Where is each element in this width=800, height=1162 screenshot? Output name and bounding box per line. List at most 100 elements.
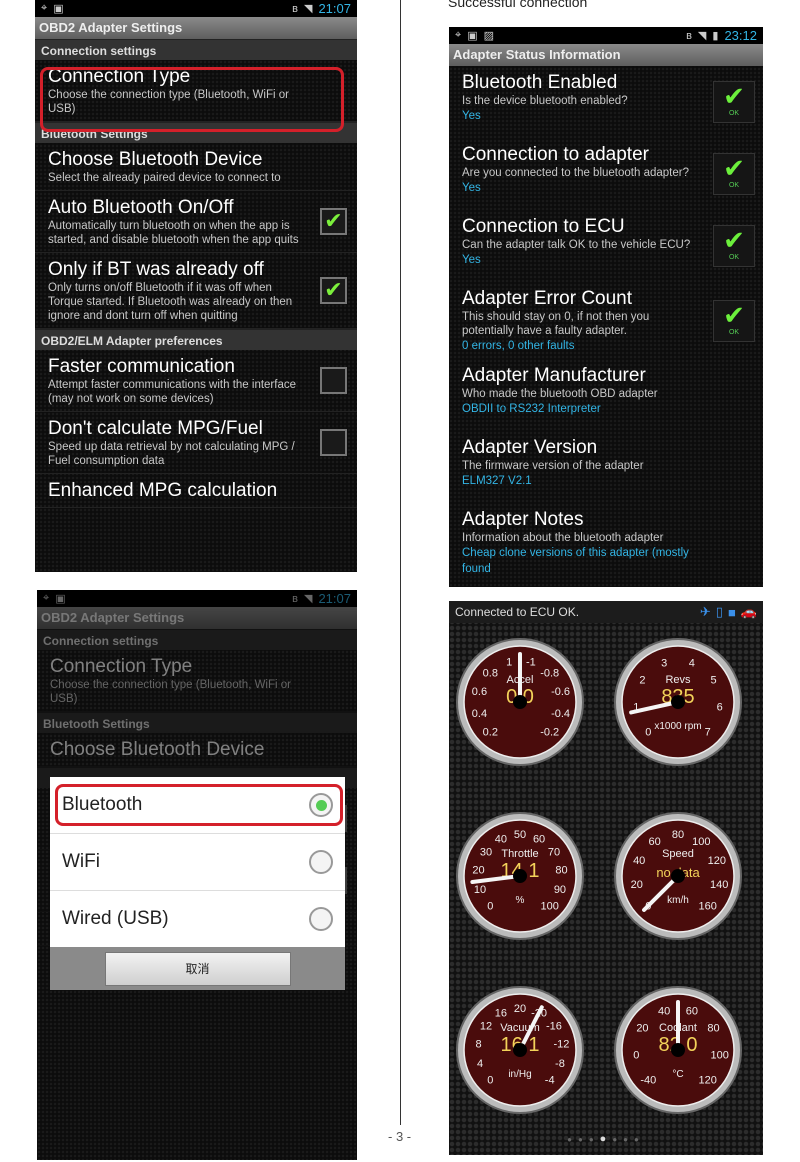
status-item[interactable]: Connection to adapter Are you connected t… — [449, 138, 763, 210]
tick-label: 4 — [689, 657, 695, 669]
tick-label: 10 — [474, 884, 486, 896]
status-item[interactable]: Adapter Version The firmware version of t… — [449, 431, 763, 503]
status-item[interactable]: Adapter Error Count This should stay on 0… — [449, 282, 763, 359]
gauge-dial: 048121620-20-16-12-8-4Vacuum16.1in/Hg — [456, 986, 584, 1114]
tick-label: 100 — [541, 901, 559, 913]
gauge-dial: -40020406080100120Coolant82.0°C — [614, 986, 742, 1114]
gauge-vacuum[interactable]: 048121620-20-16-12-8-4Vacuum16.1in/Hg — [455, 985, 585, 1115]
tick-label: -0.4 — [551, 708, 570, 720]
tick-label: 12 — [480, 1020, 492, 1032]
ok-label: OK — [728, 254, 740, 261]
gauge-accel[interactable]: 0.20.40.60.81-1-0.8-0.6-0.4-0.2Accel0.0 — [455, 637, 585, 767]
tick-label: 1 — [506, 656, 512, 668]
ok-check-icon: ✔ OK — [713, 153, 755, 195]
gauge-hub — [671, 1043, 685, 1057]
option-wifi[interactable]: WiFi — [50, 834, 345, 891]
tick-label: 30 — [480, 846, 492, 858]
item-title: Adapter Error Count — [462, 288, 633, 309]
checkmark-icon: ✔ — [723, 225, 745, 255]
page-dot[interactable]: ● — [612, 1135, 623, 1144]
page-dot[interactable]: ● — [623, 1135, 634, 1144]
status-item[interactable]: Bluetooth Enabled Is the device bluetooth… — [449, 66, 763, 138]
ok-label: OK — [728, 328, 740, 336]
ok-check-icon: ✔ OK — [713, 225, 755, 267]
tick-label: 0.4 — [472, 708, 487, 720]
item-subtitle: Is the device bluetooth enabled? — [462, 95, 628, 107]
settings-item[interactable]: Choose Bluetooth Device — [37, 733, 357, 767]
gauge-unit: in/Hg — [508, 1069, 531, 1080]
settings-item[interactable]: Choose Bluetooth Device Select the alread… — [35, 143, 357, 191]
settings-item[interactable]: Enhanced MPG calculation — [35, 474, 357, 508]
option-wired-usb-[interactable]: Wired (USB) — [50, 891, 345, 948]
page-dot[interactable]: ● — [589, 1135, 600, 1144]
page-dot[interactable]: ● — [578, 1135, 589, 1144]
radio-button[interactable] — [309, 907, 333, 931]
page-dot[interactable]: ● — [600, 1133, 613, 1145]
item-subtitle: The firmware version of the adapter — [462, 460, 644, 472]
connection-type-highlight — [40, 67, 344, 132]
gauge-dial: 0.20.40.60.81-1-0.8-0.6-0.4-0.2Accel0.0 — [456, 638, 584, 766]
status-item[interactable]: Adapter Notes Information about the bluet… — [449, 503, 763, 582]
settings-item[interactable]: Don't calculate MPG/FuelSpeed up data re… — [35, 412, 357, 474]
gps-icon: ⌖ — [455, 29, 462, 41]
wifi-icon: ◥ — [697, 30, 707, 42]
wifi-icon: ◥ — [303, 3, 313, 15]
item-subtitle: This should stay on 0, if not then you p… — [462, 311, 650, 337]
tick-label: 50 — [514, 829, 526, 841]
settings-item[interactable]: Auto Bluetooth On/Off Automatically turn … — [35, 191, 357, 253]
checkbox[interactable]: ✔ — [320, 207, 347, 235]
status-item[interactable]: Connection to ECU Can the adapter talk OK… — [449, 210, 763, 282]
gauge-coolant[interactable]: -40020406080100120Coolant82.0°C — [613, 985, 743, 1115]
bluetooth-icon: ʙ — [686, 29, 692, 42]
tick-label: 2 — [639, 675, 645, 687]
tick-label: -0.6 — [551, 686, 570, 698]
tick-label: 20 — [472, 864, 484, 876]
page-dot[interactable]: ● — [567, 1135, 578, 1144]
gauge-hub — [513, 1043, 527, 1057]
gauge-throttle[interactable]: 0102030405060708090100Throttle14.1% — [455, 811, 585, 941]
item-title: Choose Bluetooth Device — [48, 149, 263, 170]
ok-label: OK — [728, 110, 740, 117]
app-icon: ▣ — [53, 3, 64, 15]
screen-title: OBD2 Adapter Settings — [35, 17, 357, 39]
cancel-button[interactable]: 取消 — [104, 951, 291, 986]
gauge-dial: 01234567Revs835x1000 rpm — [614, 638, 742, 766]
category-header: OBD2/ELM Adapter preferences — [35, 329, 357, 350]
item-title: Choose Bluetooth Device — [50, 739, 265, 760]
tick-label: 70 — [548, 846, 560, 858]
checkbox[interactable] — [320, 428, 347, 456]
adapter-status-screen: ⌖ ▣ ▨ ʙ ◥ ▮ 23:12 Adapter Status Information B… — [449, 27, 763, 587]
settings-item[interactable]: Only if BT was already off Only turns on/… — [35, 253, 357, 329]
gauge-unit: km/h — [667, 895, 689, 906]
gauge-unit: x1000 rpm — [654, 721, 701, 732]
tick-label: 40 — [633, 855, 645, 867]
image-icon: ▨ — [483, 30, 495, 42]
radio-button[interactable] — [309, 850, 333, 874]
gauge-hub — [671, 869, 685, 883]
option-label: Wired (USB) — [62, 908, 169, 929]
checkbox[interactable] — [320, 366, 347, 394]
category-header: Connection settings — [35, 39, 357, 60]
page-dot[interactable]: ● — [634, 1135, 645, 1144]
tick-label: 100 — [692, 836, 710, 848]
checkbox[interactable]: ✔ — [320, 276, 347, 304]
tick-label: 60 — [533, 834, 545, 846]
gauge-revs[interactable]: 01234567Revs835x1000 rpm — [613, 637, 743, 767]
gauge-dial: 020406080100120140160Speedno datakm/h — [614, 812, 742, 940]
settings-item[interactable]: Faster communicationAttempt faster commu… — [35, 350, 357, 412]
gps-icon: ⌖ — [41, 2, 48, 14]
item-title: Connection Type — [50, 656, 193, 677]
tick-label: 6 — [717, 702, 723, 714]
tick-label: -0.2 — [540, 727, 559, 739]
tick-label: 80 — [555, 864, 567, 876]
item-title: Enhanced MPG calculation — [48, 480, 278, 501]
tick-label: 3 — [661, 657, 667, 669]
satellite-icon: ✈ — [699, 604, 711, 619]
item-subtitle: Information about the bluetooth adapter — [462, 532, 664, 544]
page-indicator[interactable]: ●●●●●●● — [449, 1133, 763, 1145]
item-title: Connection to ECU — [462, 216, 625, 237]
status-item[interactable]: Adapter Manufacturer Who made the bluetoo… — [449, 359, 763, 431]
tick-label: -0.8 — [540, 667, 559, 679]
gauge-speed[interactable]: 020406080100120140160Speedno datakm/h — [613, 811, 743, 941]
settings-item[interactable]: Connection Type Choose the connection typ… — [37, 650, 357, 712]
